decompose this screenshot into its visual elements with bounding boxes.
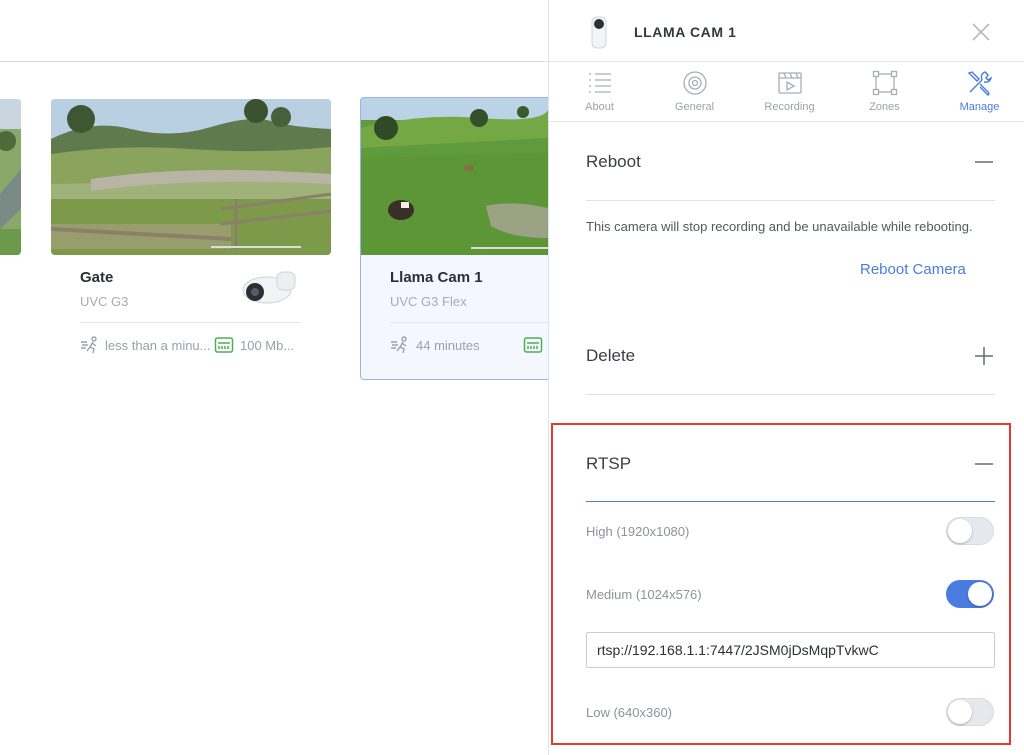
rtsp-low-toggle[interactable]: [946, 698, 994, 726]
rtsp-low-label: Low (640x360): [586, 705, 672, 720]
section-divider: [586, 200, 995, 201]
tools-icon: [967, 71, 993, 96]
section-divider: [586, 394, 995, 395]
reboot-camera-button[interactable]: Reboot Camera: [860, 261, 966, 278]
zones-icon: [872, 70, 898, 96]
section-divider-active: [586, 501, 995, 502]
tab-label: Zones: [869, 101, 900, 113]
bandwidth-text: 100 Mb...: [240, 338, 295, 353]
expand-icon[interactable]: [974, 346, 994, 366]
tab-general[interactable]: General: [647, 62, 742, 122]
card-divider: [80, 322, 301, 323]
camera-settings-panel: LLAMA CAM 1 About General Recording Zone…: [548, 0, 1024, 755]
tab-label: Recording: [764, 101, 815, 113]
camera-thumbnail-partial[interactable]: [0, 99, 21, 255]
camera-thumbnail-gate[interactable]: [51, 99, 331, 255]
last-motion-text: less than a minu...: [105, 338, 211, 353]
camera-device-icon: [591, 16, 607, 54]
rtsp-high-toggle[interactable]: [946, 517, 994, 545]
camera-thumbnail-llama[interactable]: [361, 98, 548, 255]
tab-manage[interactable]: Manage: [932, 62, 1024, 122]
camera-list-toolbar: [0, 0, 548, 62]
panel-title: LLAMA CAM 1: [634, 24, 737, 40]
toggle-knob: [968, 582, 992, 606]
rtsp-section-title[interactable]: RTSP: [586, 454, 631, 474]
network-icon: [523, 336, 543, 359]
camera-lens-icon: [683, 71, 707, 95]
card-divider: [390, 322, 548, 323]
tab-label: General: [674, 101, 715, 113]
camera-device-icon: [241, 268, 299, 313]
network-icon: [214, 336, 234, 359]
reboot-section-title[interactable]: Reboot: [586, 152, 641, 172]
delete-section-title[interactable]: Delete: [586, 346, 635, 366]
panel-tabs: About General Recording Zones Manage: [549, 62, 1024, 122]
toggle-knob: [948, 519, 972, 543]
rtsp-medium-toggle[interactable]: [946, 580, 994, 608]
rtsp-high-label: High (1920x1080): [586, 524, 690, 539]
tab-zones[interactable]: Zones: [837, 62, 932, 122]
list-icon: [589, 73, 611, 93]
tab-label: Manage: [959, 101, 1000, 113]
camera-name-llama[interactable]: Llama Cam 1: [390, 269, 483, 286]
film-play-icon: [778, 72, 802, 94]
tab-recording[interactable]: Recording: [742, 62, 837, 122]
close-icon[interactable]: [969, 20, 993, 44]
camera-model-llama: UVC G3 Flex: [390, 294, 467, 309]
camera-name-gate[interactable]: Gate: [80, 269, 113, 286]
collapse-icon[interactable]: [974, 454, 994, 474]
last-motion-text: 44 minutes: [416, 338, 480, 353]
tab-label: About: [585, 101, 614, 113]
tab-about[interactable]: About: [552, 62, 647, 122]
toggle-knob: [948, 700, 972, 724]
reboot-description: This camera will stop recording and be u…: [586, 219, 973, 234]
rtsp-medium-label: Medium (1024x576): [586, 587, 702, 602]
panel-header: LLAMA CAM 1: [549, 0, 1024, 62]
camera-model-gate: UVC G3: [80, 294, 129, 309]
motion-icon: [390, 336, 410, 359]
rtsp-url-field[interactable]: [586, 632, 995, 668]
motion-icon: [80, 336, 100, 359]
collapse-icon[interactable]: [974, 152, 994, 172]
